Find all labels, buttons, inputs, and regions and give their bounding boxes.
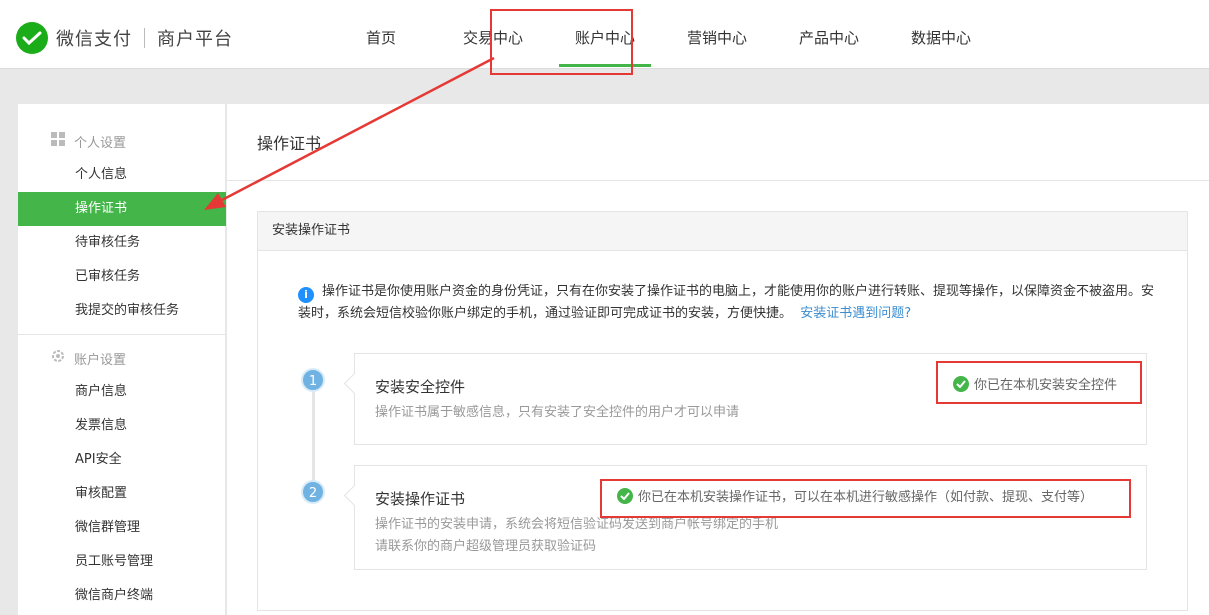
step-status-text: 你已在本机安装操作证书，可以在本机进行敏感操作（如付款、提现、支付等） bbox=[638, 490, 1094, 505]
install-certificate-panel: 安装操作证书 i 操作证书是你使用账户资金的身份凭证，只有在你安装了操作证书的电脑… bbox=[257, 211, 1188, 611]
check-circle-icon bbox=[953, 375, 969, 392]
sidebar-item-merchant-info[interactable]: 商户信息 bbox=[18, 375, 226, 409]
brand-name: 微信支付 bbox=[56, 29, 132, 50]
brand-subtitle: 商户平台 bbox=[157, 29, 233, 50]
step-connector bbox=[312, 381, 315, 489]
sidebar-group-title: 个人设置 bbox=[74, 135, 127, 151]
brand[interactable]: 微信支付 商户平台 bbox=[16, 22, 233, 54]
step-number: 2 bbox=[301, 480, 325, 504]
nav-marketing-center[interactable]: 营销中心 bbox=[661, 0, 773, 69]
sidebar-item-personal-info[interactable]: 个人信息 bbox=[18, 158, 226, 192]
step-title: 安装安全控件 bbox=[375, 378, 466, 396]
grid-icon bbox=[50, 131, 66, 151]
info-icon: i bbox=[298, 287, 314, 303]
sidebar-item-wechat-group-mgmt[interactable]: 微信群管理 bbox=[18, 511, 226, 545]
certificate-notice: i 操作证书是你使用账户资金的身份凭证，只有在你安装了操作证书的电脑上，才能使用你… bbox=[298, 281, 1158, 325]
check-circle-icon bbox=[617, 487, 633, 504]
step-description-line: 操作证书的安装申请，系统会将短信验证码发送到商户帐号绑定的手机 bbox=[375, 517, 779, 532]
step-title: 安装操作证书 bbox=[375, 490, 466, 508]
sidebar-divider bbox=[18, 334, 226, 335]
sidebar-item-reviewed[interactable]: 已审核任务 bbox=[18, 260, 226, 294]
step-description: 操作证书属于敏感信息，只有安装了安全控件的用户才可以申请 bbox=[375, 402, 739, 424]
nav-product-center[interactable]: 产品中心 bbox=[773, 0, 885, 69]
top-navbar: 微信支付 商户平台 首页 交易中心 账户中心 营销中心 产品中心 数据中心 bbox=[0, 0, 1209, 69]
sidebar-item-pending-review[interactable]: 待审核任务 bbox=[18, 226, 226, 260]
notice-text: 操作证书是你使用账户资金的身份凭证，只有在你安装了操作证书的电脑上，才能使用你的… bbox=[298, 284, 1155, 321]
nav-account-center[interactable]: 账户中心 bbox=[549, 0, 661, 69]
wechat-pay-logo-icon bbox=[16, 22, 48, 54]
sidebar-item-staff-account-mgmt[interactable]: 员工账号管理 bbox=[18, 545, 226, 579]
nav-data-center[interactable]: 数据中心 bbox=[885, 0, 997, 69]
main-nav: 首页 交易中心 账户中心 营销中心 产品中心 数据中心 bbox=[325, 0, 997, 69]
step-card-install-certificate: 安装操作证书 操作证书的安装申请，系统会将短信验证码发送到商户帐号绑定的手机 请… bbox=[354, 465, 1147, 570]
brand-separator bbox=[144, 28, 145, 48]
step-description-line: 操作证书属于敏感信息，只有安装了安全控件的用户才可以申请 bbox=[375, 405, 740, 420]
sidebar-item-invoice-info[interactable]: 发票信息 bbox=[18, 409, 226, 443]
sidebar-item-merchant-terminal[interactable]: 微信商户终端 bbox=[18, 579, 226, 613]
sidebar-item-api-security[interactable]: API安全 bbox=[18, 443, 226, 477]
sidebar-group-account-settings: 账户设置 bbox=[18, 341, 226, 375]
nav-trade-center[interactable]: 交易中心 bbox=[437, 0, 549, 69]
sidebar-item-my-submitted-reviews[interactable]: 我提交的审核任务 bbox=[18, 294, 226, 328]
step-description-line: 请联系你的商户超级管理员获取验证码 bbox=[375, 539, 597, 554]
step-description: 操作证书的安装申请，系统会将短信验证码发送到商户帐号绑定的手机 请联系你的商户超… bbox=[375, 514, 778, 558]
nav-home[interactable]: 首页 bbox=[325, 0, 437, 69]
sidebar-group-personal-settings: 个人设置 bbox=[18, 124, 226, 158]
step-status: 你已在本机安装操作证书，可以在本机进行敏感操作（如付款、提现、支付等） bbox=[617, 486, 1098, 505]
sidebar-group-title: 账户设置 bbox=[74, 352, 127, 368]
main-content: 操作证书 安装操作证书 i 操作证书是你使用账户资金的身份凭证，只有在你安装了操作… bbox=[227, 104, 1209, 615]
step-number: 1 bbox=[301, 368, 325, 392]
sidebar: 个人设置 个人信息 操作证书 待审核任务 已审核任务 我提交的审核任务 账户设置… bbox=[18, 104, 226, 615]
gear-icon bbox=[50, 348, 66, 368]
step-card-install-control: 安装安全控件 操作证书属于敏感信息，只有安装了安全控件的用户才可以申请 你已在本… bbox=[354, 353, 1147, 445]
title-divider bbox=[227, 180, 1209, 181]
step-status-text: 你已在本机安装安全控件 bbox=[974, 378, 1118, 393]
panel-title: 安装操作证书 bbox=[258, 212, 1187, 251]
step-status: 你已在本机安装安全控件 bbox=[953, 374, 1117, 393]
sidebar-item-operation-certificate[interactable]: 操作证书 bbox=[18, 192, 226, 226]
sidebar-item-review-config[interactable]: 审核配置 bbox=[18, 477, 226, 511]
page-title: 操作证书 bbox=[257, 134, 322, 153]
install-help-link[interactable]: 安装证书遇到问题? bbox=[800, 306, 911, 321]
